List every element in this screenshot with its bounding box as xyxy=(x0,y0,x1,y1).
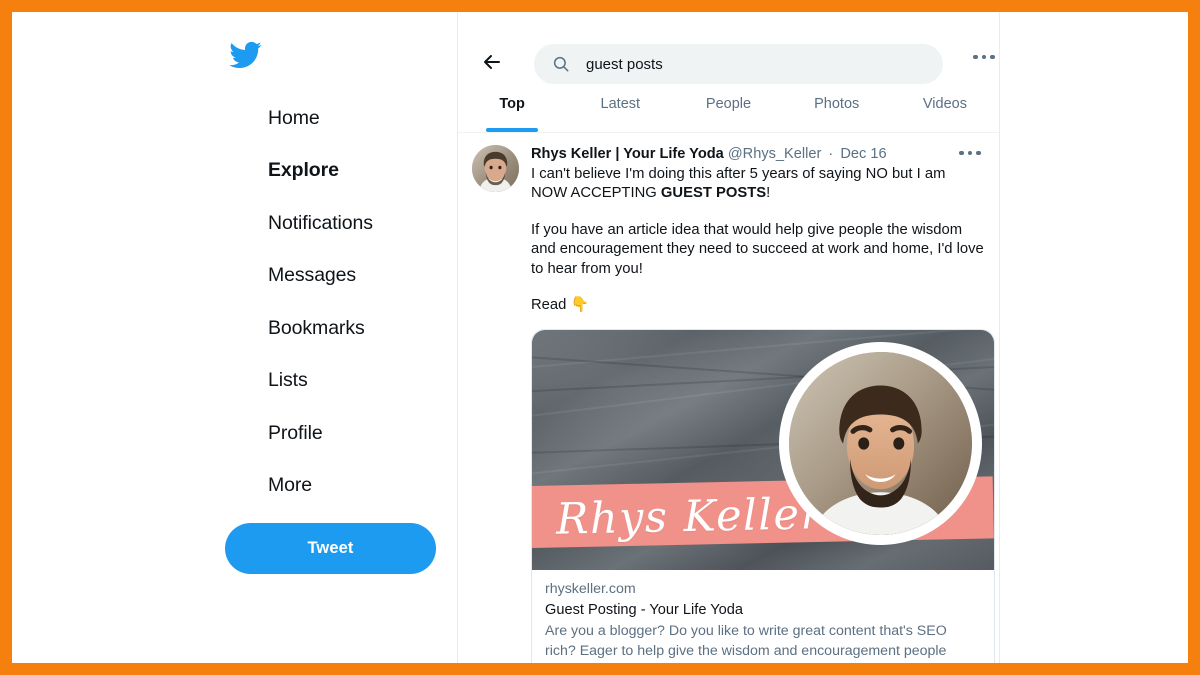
search-header xyxy=(458,12,999,87)
tweet-paragraph-3: Read 👇 xyxy=(531,297,589,314)
card-title: Guest Posting - Your Life Yoda xyxy=(545,602,743,619)
card-portrait xyxy=(789,352,972,536)
tweet-date[interactable]: Dec 16 xyxy=(840,146,886,162)
tab-latest[interactable]: Latest xyxy=(566,87,674,132)
tweet-meta-separator: · xyxy=(828,146,834,162)
search-input[interactable] xyxy=(586,55,916,73)
tweet-body: Rhys Keller | Your Life Yoda @Rhys_Kelle… xyxy=(531,145,995,663)
search-tabs: Top Latest People Photos Videos xyxy=(458,87,999,133)
main-column: Top Latest People Photos Videos xyxy=(458,12,1000,663)
sidebar-item-more[interactable]: More xyxy=(268,460,458,513)
tab-top[interactable]: Top xyxy=(458,87,566,132)
tweet-more-icon[interactable] xyxy=(959,150,981,156)
card-portrait-ring xyxy=(779,342,982,546)
card-text-block: rhyskeller.com Guest Posting - Your Life… xyxy=(532,570,994,663)
tweet-item[interactable]: Rhys Keller | Your Life Yoda @Rhys_Kelle… xyxy=(458,133,999,663)
tweet-paragraph-1-emphasis: GUEST POSTS xyxy=(660,185,767,202)
tweet-handle[interactable]: @Rhys_Keller xyxy=(728,146,822,162)
header-more-icon[interactable] xyxy=(973,54,997,60)
tab-people[interactable]: People xyxy=(674,87,782,132)
card-banner-image: Rhys Keller xyxy=(532,330,994,571)
search-box[interactable] xyxy=(534,44,943,84)
tab-people-label: People xyxy=(705,96,752,112)
link-preview-card[interactable]: Rhys Keller rhyskeller.com Guest Posting… xyxy=(531,329,995,663)
sidebar-item-profile[interactable]: Profile xyxy=(268,407,458,460)
sidebar-item-messages[interactable]: Messages xyxy=(268,250,458,303)
tab-videos-label: Videos xyxy=(922,96,967,112)
tab-top-label: Top xyxy=(499,96,525,112)
back-arrow-icon[interactable] xyxy=(480,50,504,74)
twitter-app-window: Home Explore Notifications Messages Book… xyxy=(12,12,1188,663)
card-domain: rhyskeller.com xyxy=(545,581,636,598)
tweet-display-name[interactable]: Rhys Keller | Your Life Yoda xyxy=(531,146,724,162)
tab-photos-label: Photos xyxy=(814,96,860,112)
card-banner-name: Rhys Keller xyxy=(555,489,824,546)
tweet-meta: Rhys Keller | Your Life Yoda @Rhys_Kelle… xyxy=(531,145,985,164)
tweet-button[interactable]: Tweet xyxy=(225,523,436,574)
sidebar-item-home[interactable]: Home xyxy=(268,92,458,145)
tab-photos[interactable]: Photos xyxy=(783,87,891,132)
card-description: Are you a blogger? Do you like to write … xyxy=(545,623,947,663)
sidebar-item-explore[interactable]: Explore xyxy=(268,145,458,198)
avatar[interactable] xyxy=(472,145,519,192)
tab-active-underline xyxy=(486,128,539,132)
tweet-paragraph-1-text-b: ! xyxy=(766,185,771,202)
sidebar-item-bookmarks[interactable]: Bookmarks xyxy=(268,302,458,355)
tab-latest-label: Latest xyxy=(600,96,641,112)
orange-frame: Home Explore Notifications Messages Book… xyxy=(0,0,1200,675)
tab-videos[interactable]: Videos xyxy=(891,87,999,132)
sidebar-nav: Home Explore Notifications Messages Book… xyxy=(268,92,458,512)
search-icon xyxy=(552,55,570,73)
sidebar-item-notifications[interactable]: Notifications xyxy=(268,197,458,250)
tweet-paragraph-1: I can't believe I'm doing this after 5 y… xyxy=(531,165,985,204)
twitter-bird-icon[interactable] xyxy=(226,38,264,72)
sidebar-item-lists[interactable]: Lists xyxy=(268,355,458,408)
right-column xyxy=(1000,12,1188,663)
left-sidebar: Home Explore Notifications Messages Book… xyxy=(12,12,458,663)
tweet-paragraph-2: If you have an article idea that would h… xyxy=(531,221,984,277)
